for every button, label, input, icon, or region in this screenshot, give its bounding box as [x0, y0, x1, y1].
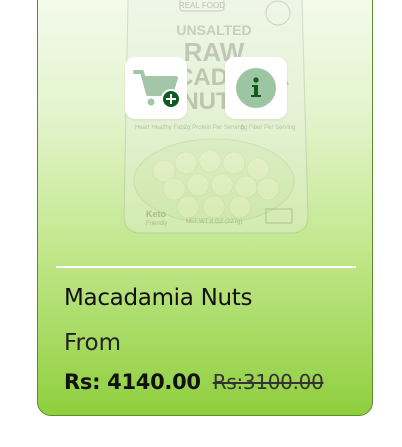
package-claim3: 3g Fiber Per Serving — [240, 125, 295, 131]
package-badge-sub: Friendly — [146, 221, 167, 227]
price-row: Rs: 4140.00 Rs:3100.00 — [64, 370, 324, 394]
price-from-label: From — [64, 330, 121, 356]
package-brand: REAL FOOD — [179, 1, 225, 10]
package-claim1: Heart Healthy Fats — [135, 125, 185, 131]
product-image: REAL FOOD UNSALTED RAW MACADAMIA NUTS He… — [123, 0, 309, 234]
package-line1: UNSALTED — [176, 22, 251, 38]
current-price: Rs: 4140.00 — [64, 370, 201, 394]
product-title[interactable]: Macadamia Nuts — [64, 285, 252, 311]
original-price: Rs:3100.00 — [212, 370, 324, 394]
package-claim2: 2g Protein Per Serving — [184, 125, 244, 131]
add-to-cart-button[interactable] — [125, 57, 187, 119]
cart-plus-icon — [133, 70, 181, 109]
package-badge: Keto — [146, 209, 167, 219]
product-info-button[interactable] — [225, 57, 287, 119]
product-card[interactable]: REAL FOOD UNSALTED RAW MACADAMIA NUTS He… — [37, 0, 373, 416]
package-net-weight: NET WT 8 OZ (227g) — [186, 219, 243, 225]
divider — [56, 266, 356, 268]
info-icon — [236, 68, 276, 108]
